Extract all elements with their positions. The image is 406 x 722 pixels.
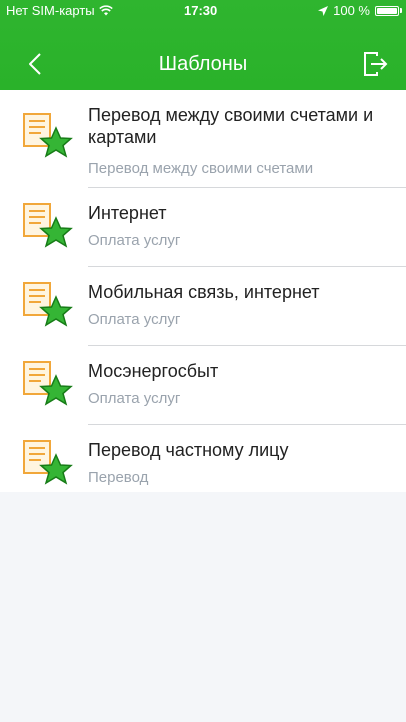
battery-icon — [375, 5, 399, 16]
clock: 17:30 — [184, 3, 218, 18]
template-subtitle: Оплата услуг — [88, 311, 181, 328]
template-star-icon — [23, 361, 73, 406]
template-title: Перевод между своими счетами и картами — [88, 105, 374, 147]
battery-tip — [400, 8, 402, 13]
wifi-icon — [98, 5, 113, 16]
carrier-label: Нет SIM-карты — [6, 3, 95, 18]
template-item[interactable]: Мосэнергосбыт Оплата услуг — [0, 346, 406, 425]
template-title: Перевод частному лицу — [88, 440, 289, 460]
exit-icon[interactable] — [360, 50, 388, 78]
template-star-icon — [23, 113, 73, 158]
template-subtitle: Перевод между своими счетами — [88, 160, 314, 177]
location-arrow-icon — [318, 5, 329, 16]
template-subtitle: Оплата услуг — [88, 232, 181, 249]
template-star-icon — [23, 282, 73, 327]
top-bar: Нет SIM-карты 17:30 100 % Шаблоны — [0, 0, 406, 90]
templates-list: Перевод между своими счетами и картами П… — [0, 90, 406, 504]
page-title: Шаблоны — [158, 53, 248, 75]
template-item[interactable]: Интернет Оплата услуг — [0, 188, 406, 267]
battery-percent: 100 % — [333, 3, 370, 18]
template-star-icon — [23, 440, 73, 485]
template-star-icon — [23, 203, 73, 248]
template-subtitle: Оплата услуг — [88, 390, 181, 407]
template-title: Интернет — [88, 203, 167, 223]
empty-background — [0, 492, 406, 722]
battery-group: 100 % — [318, 3, 402, 18]
template-title: Мосэнергосбыт — [88, 361, 219, 381]
carrier-group: Нет SIM-карты — [6, 3, 113, 18]
template-title: Мобильная связь, интернет — [88, 282, 320, 302]
status-bar: Нет SIM-карты 17:30 100 % — [0, 0, 406, 22]
template-subtitle: Перевод — [88, 469, 149, 486]
template-item[interactable]: Перевод между своими счетами и картами П… — [0, 90, 406, 188]
nav-bar: Шаблоны — [0, 22, 406, 90]
template-item[interactable]: Мобильная связь, интернет Оплата услуг — [0, 267, 406, 346]
